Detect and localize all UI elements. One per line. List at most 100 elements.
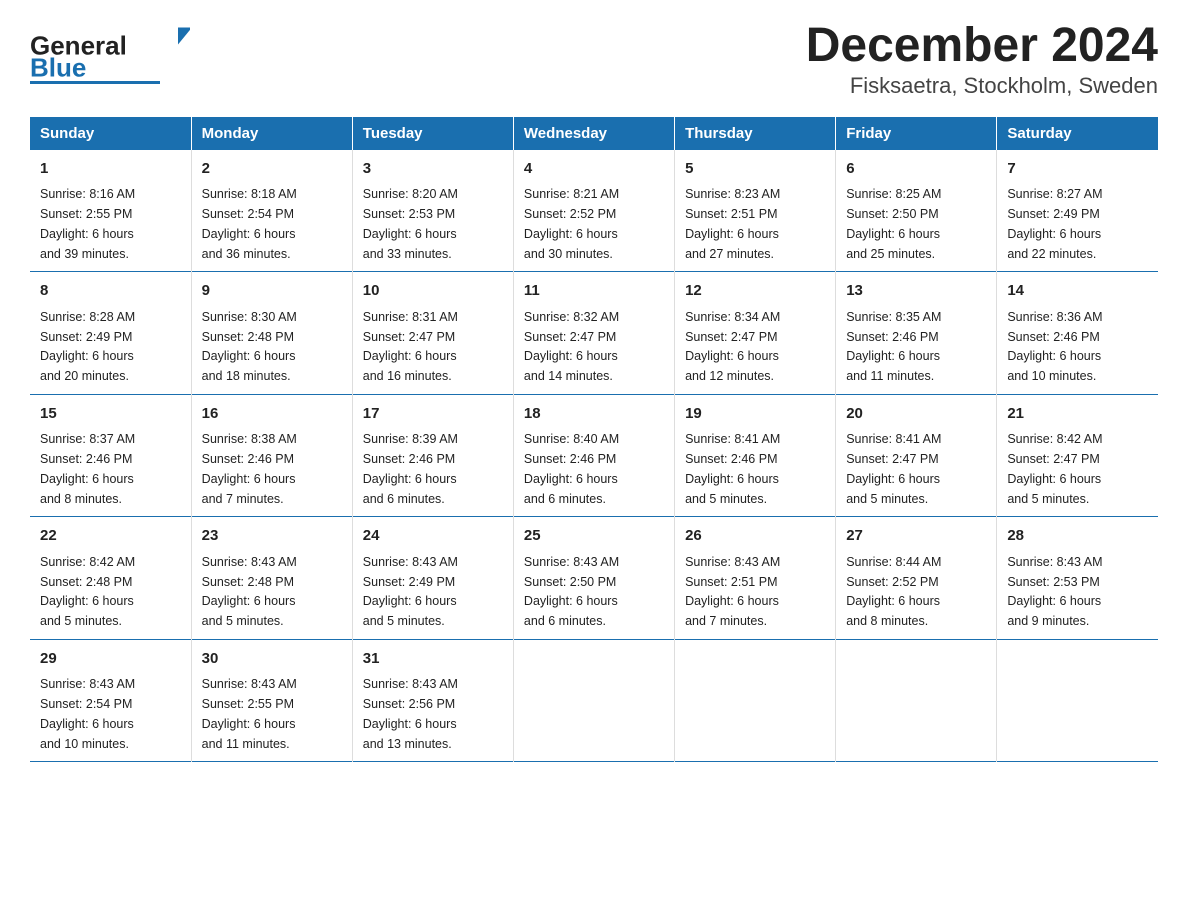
calendar-cell: 16 Sunrise: 8:38 AMSunset: 2:46 PMDaylig… [191,394,352,517]
day-number: 1 [40,158,181,181]
calendar-cell: 30 Sunrise: 8:43 AMSunset: 2:55 PMDaylig… [191,639,352,762]
day-number: 27 [846,525,986,548]
day-number: 31 [363,648,503,671]
day-number: 17 [363,403,503,426]
calendar-cell: 7 Sunrise: 8:27 AMSunset: 2:49 PMDayligh… [997,150,1158,272]
calendar-cell: 18 Sunrise: 8:40 AMSunset: 2:46 PMDaylig… [513,394,674,517]
day-number: 15 [40,403,181,426]
day-number: 11 [524,280,664,303]
calendar-cell: 14 Sunrise: 8:36 AMSunset: 2:46 PMDaylig… [997,272,1158,395]
day-info: Sunrise: 8:23 AMSunset: 2:51 PMDaylight:… [685,187,780,260]
day-info: Sunrise: 8:43 AMSunset: 2:48 PMDaylight:… [202,555,297,628]
col-friday: Friday [836,117,997,150]
calendar-cell: 20 Sunrise: 8:41 AMSunset: 2:47 PMDaylig… [836,394,997,517]
day-info: Sunrise: 8:43 AMSunset: 2:50 PMDaylight:… [524,555,619,628]
day-number: 4 [524,158,664,181]
col-sunday: Sunday [30,117,191,150]
day-number: 5 [685,158,825,181]
calendar-cell: 1 Sunrise: 8:16 AMSunset: 2:55 PMDayligh… [30,150,191,272]
calendar-cell: 24 Sunrise: 8:43 AMSunset: 2:49 PMDaylig… [352,517,513,640]
day-info: Sunrise: 8:18 AMSunset: 2:54 PMDaylight:… [202,187,297,260]
col-wednesday: Wednesday [513,117,674,150]
day-info: Sunrise: 8:25 AMSunset: 2:50 PMDaylight:… [846,187,941,260]
col-thursday: Thursday [675,117,836,150]
calendar-cell: 4 Sunrise: 8:21 AMSunset: 2:52 PMDayligh… [513,150,674,272]
col-monday: Monday [191,117,352,150]
day-info: Sunrise: 8:38 AMSunset: 2:46 PMDaylight:… [202,432,297,505]
day-info: Sunrise: 8:37 AMSunset: 2:46 PMDaylight:… [40,432,135,505]
day-info: Sunrise: 8:32 AMSunset: 2:47 PMDaylight:… [524,310,619,383]
day-info: Sunrise: 8:39 AMSunset: 2:46 PMDaylight:… [363,432,458,505]
calendar-cell: 26 Sunrise: 8:43 AMSunset: 2:51 PMDaylig… [675,517,836,640]
day-info: Sunrise: 8:34 AMSunset: 2:47 PMDaylight:… [685,310,780,383]
calendar-cell: 6 Sunrise: 8:25 AMSunset: 2:50 PMDayligh… [836,150,997,272]
logo: General Blue [30,20,190,90]
page-header: General Blue December 2024 Fisksaetra, S… [30,20,1158,99]
day-info: Sunrise: 8:36 AMSunset: 2:46 PMDaylight:… [1007,310,1102,383]
calendar-cell: 23 Sunrise: 8:43 AMSunset: 2:48 PMDaylig… [191,517,352,640]
calendar-cell: 17 Sunrise: 8:39 AMSunset: 2:46 PMDaylig… [352,394,513,517]
day-number: 20 [846,403,986,426]
day-info: Sunrise: 8:43 AMSunset: 2:51 PMDaylight:… [685,555,780,628]
day-info: Sunrise: 8:20 AMSunset: 2:53 PMDaylight:… [363,187,458,260]
calendar-cell: 9 Sunrise: 8:30 AMSunset: 2:48 PMDayligh… [191,272,352,395]
day-number: 14 [1007,280,1148,303]
calendar-week-row: 15 Sunrise: 8:37 AMSunset: 2:46 PMDaylig… [30,394,1158,517]
title-block: December 2024 Fisksaetra, Stockholm, Swe… [806,20,1158,99]
calendar-cell: 2 Sunrise: 8:18 AMSunset: 2:54 PMDayligh… [191,150,352,272]
day-number: 26 [685,525,825,548]
calendar-cell: 3 Sunrise: 8:20 AMSunset: 2:53 PMDayligh… [352,150,513,272]
day-info: Sunrise: 8:43 AMSunset: 2:54 PMDaylight:… [40,677,135,750]
day-info: Sunrise: 8:43 AMSunset: 2:55 PMDaylight:… [202,677,297,750]
day-info: Sunrise: 8:31 AMSunset: 2:47 PMDaylight:… [363,310,458,383]
day-number: 18 [524,403,664,426]
calendar-cell: 21 Sunrise: 8:42 AMSunset: 2:47 PMDaylig… [997,394,1158,517]
calendar-cell [513,639,674,762]
day-number: 2 [202,158,342,181]
calendar-cell: 19 Sunrise: 8:41 AMSunset: 2:46 PMDaylig… [675,394,836,517]
day-number: 25 [524,525,664,548]
day-info: Sunrise: 8:43 AMSunset: 2:53 PMDaylight:… [1007,555,1102,628]
day-info: Sunrise: 8:28 AMSunset: 2:49 PMDaylight:… [40,310,135,383]
calendar-cell: 10 Sunrise: 8:31 AMSunset: 2:47 PMDaylig… [352,272,513,395]
page-subtitle: Fisksaetra, Stockholm, Sweden [806,73,1158,99]
day-number: 12 [685,280,825,303]
calendar-week-row: 29 Sunrise: 8:43 AMSunset: 2:54 PMDaylig… [30,639,1158,762]
page-title: December 2024 [806,20,1158,73]
day-number: 19 [685,403,825,426]
day-number: 8 [40,280,181,303]
day-info: Sunrise: 8:43 AMSunset: 2:56 PMDaylight:… [363,677,458,750]
calendar-week-row: 1 Sunrise: 8:16 AMSunset: 2:55 PMDayligh… [30,150,1158,272]
day-number: 13 [846,280,986,303]
calendar-cell: 15 Sunrise: 8:37 AMSunset: 2:46 PMDaylig… [30,394,191,517]
day-info: Sunrise: 8:27 AMSunset: 2:49 PMDaylight:… [1007,187,1102,260]
day-number: 7 [1007,158,1148,181]
calendar-cell: 28 Sunrise: 8:43 AMSunset: 2:53 PMDaylig… [997,517,1158,640]
day-number: 16 [202,403,342,426]
calendar-cell: 8 Sunrise: 8:28 AMSunset: 2:49 PMDayligh… [30,272,191,395]
calendar-cell [997,639,1158,762]
day-number: 10 [363,280,503,303]
col-tuesday: Tuesday [352,117,513,150]
day-number: 23 [202,525,342,548]
calendar-cell: 29 Sunrise: 8:43 AMSunset: 2:54 PMDaylig… [30,639,191,762]
calendar-cell: 25 Sunrise: 8:43 AMSunset: 2:50 PMDaylig… [513,517,674,640]
day-number: 6 [846,158,986,181]
day-info: Sunrise: 8:42 AMSunset: 2:48 PMDaylight:… [40,555,135,628]
svg-text:Blue: Blue [30,53,86,83]
day-info: Sunrise: 8:30 AMSunset: 2:48 PMDaylight:… [202,310,297,383]
day-info: Sunrise: 8:43 AMSunset: 2:49 PMDaylight:… [363,555,458,628]
day-info: Sunrise: 8:35 AMSunset: 2:46 PMDaylight:… [846,310,941,383]
calendar-cell [675,639,836,762]
calendar-cell: 11 Sunrise: 8:32 AMSunset: 2:47 PMDaylig… [513,272,674,395]
day-info: Sunrise: 8:44 AMSunset: 2:52 PMDaylight:… [846,555,941,628]
calendar-body: 1 Sunrise: 8:16 AMSunset: 2:55 PMDayligh… [30,150,1158,762]
calendar-cell: 13 Sunrise: 8:35 AMSunset: 2:46 PMDaylig… [836,272,997,395]
day-number: 24 [363,525,503,548]
calendar-cell [836,639,997,762]
day-number: 30 [202,648,342,671]
day-info: Sunrise: 8:41 AMSunset: 2:46 PMDaylight:… [685,432,780,505]
calendar-cell: 22 Sunrise: 8:42 AMSunset: 2:48 PMDaylig… [30,517,191,640]
day-number: 29 [40,648,181,671]
calendar-header: Sunday Monday Tuesday Wednesday Thursday… [30,117,1158,150]
